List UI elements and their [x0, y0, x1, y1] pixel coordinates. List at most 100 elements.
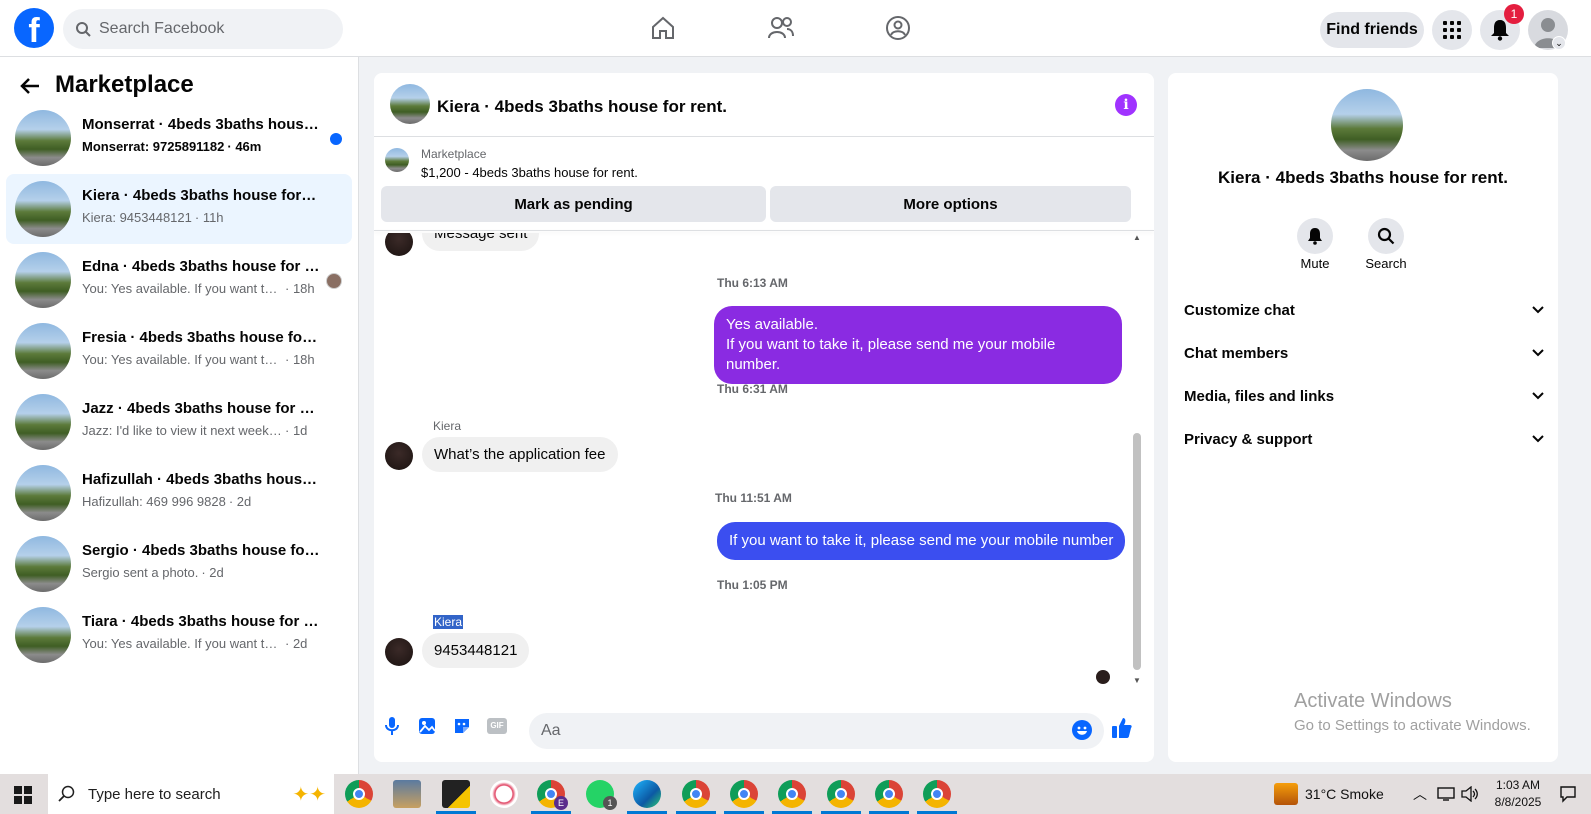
- details-section-row[interactable]: Chat members: [1184, 338, 1544, 368]
- chrome-icon[interactable]: [778, 780, 806, 808]
- seen-indicator-avatar: [1096, 670, 1110, 684]
- taskbar-search-box[interactable]: Type here to search ✦✦: [48, 774, 334, 814]
- chrome-center: [353, 788, 365, 800]
- search-in-chat-icon[interactable]: [1368, 218, 1404, 254]
- scroll-down-arrow-icon[interactable]: ▼: [1133, 676, 1141, 685]
- chrome-icon[interactable]: [345, 780, 373, 808]
- chat-header: Kiera · 4beds 3baths house for rent. i: [374, 73, 1154, 137]
- account-chevron-icon[interactable]: ⌄: [1552, 36, 1566, 50]
- preview-time: · 2d: [228, 494, 252, 509]
- listing-thumbnail[interactable]: [385, 148, 409, 172]
- mute-bell-icon[interactable]: [1297, 218, 1333, 254]
- preview-time: · 11h: [194, 210, 224, 225]
- listing-thumbnail: [15, 323, 71, 379]
- listing-thumbnail: [15, 536, 71, 592]
- chrome-center: [738, 788, 750, 800]
- conversation-item[interactable]: Kiera · 4beds 3baths house for rent. Kier…: [6, 174, 352, 244]
- sender-name-selected: Kiera: [433, 615, 464, 629]
- windows-start-icon[interactable]: [14, 786, 32, 804]
- chrome-profile-icon[interactable]: E: [537, 780, 568, 810]
- listing-price-title[interactable]: $1,200 - 4beds 3baths house for rent.: [421, 165, 638, 180]
- chrome-icon[interactable]: [827, 780, 855, 808]
- conversation-item[interactable]: Hafizullah · 4beds 3baths house for rent…: [6, 458, 352, 528]
- message-bubble-outgoing[interactable]: If you want to take it, please send me y…: [717, 522, 1126, 560]
- notification-badge: 1: [1504, 4, 1524, 24]
- preview-time: · 18h: [285, 281, 315, 296]
- gif-icon[interactable]: GIF: [487, 718, 507, 734]
- edge-icon[interactable]: [633, 780, 661, 808]
- message-bubble-outgoing[interactable]: Yes available. If you want to take it, p…: [714, 306, 1122, 384]
- conversation-item[interactable]: Edna · 4beds 3baths house for rent. You: …: [6, 245, 352, 315]
- photo-icon[interactable]: [417, 716, 437, 736]
- weather-text[interactable]: 31°C Smoke: [1305, 786, 1384, 802]
- volume-icon[interactable]: [1461, 786, 1479, 802]
- clock-time[interactable]: 1:03 AM: [1493, 778, 1543, 792]
- timestamp: Thu 6:31 AM: [717, 382, 788, 396]
- chrome-icon[interactable]: [682, 780, 710, 808]
- sticker-icon[interactable]: [452, 716, 472, 736]
- preview-text: You: Yes available. If you want to take …: [82, 281, 282, 296]
- message-input[interactable]: Aa: [529, 713, 1104, 749]
- search-label: Search: [1365, 256, 1407, 271]
- search-placeholder: Search Facebook: [99, 20, 225, 37]
- conversation-preview: Kiera: 9453448121 · 11h: [82, 210, 327, 225]
- groups-icon[interactable]: [878, 12, 918, 44]
- back-arrow-icon[interactable]: [20, 77, 40, 95]
- whatsapp-icon[interactable]: 1: [586, 780, 617, 810]
- snipping-tool-icon[interactable]: [490, 780, 518, 808]
- details-listing-photo[interactable]: [1331, 89, 1403, 161]
- details-title: Kiera · 4beds 3baths house for rent.: [1217, 168, 1508, 187]
- sticky-notes-icon[interactable]: [442, 780, 470, 808]
- home-icon[interactable]: [643, 12, 683, 44]
- thumbs-up-icon[interactable]: [1111, 717, 1133, 739]
- more-options-button[interactable]: More options: [770, 186, 1131, 222]
- facebook-logo[interactable]: f: [14, 8, 54, 48]
- tray-chevron-up-icon[interactable]: ︿: [1413, 784, 1427, 804]
- marketplace-conversations-panel: Marketplace Monserrat · 4beds 3baths hou…: [0, 57, 359, 774]
- unread-dot: [330, 133, 342, 145]
- menu-grid-icon[interactable]: [1432, 10, 1472, 50]
- conversation-title: Hafizullah · 4beds 3baths house for rent…: [82, 471, 320, 488]
- message-bubble-incoming[interactable]: Message sent: [422, 233, 540, 251]
- chrome-center: [786, 788, 798, 800]
- chat-listing-thumbnail[interactable]: [390, 84, 430, 124]
- details-section-row[interactable]: Customize chat: [1184, 295, 1544, 325]
- message-bubble-incoming[interactable]: 9453448121: [422, 633, 530, 668]
- scroll-up-arrow-icon[interactable]: ▲: [1133, 233, 1141, 242]
- conversation-item[interactable]: Monserrat · 4beds 3baths house for rent.…: [6, 103, 352, 173]
- chat-title[interactable]: Kiera · 4beds 3baths house for rent.: [437, 97, 727, 117]
- conversation-title: Jazz · 4beds 3baths house for rent.: [82, 400, 320, 417]
- conversation-title: Kiera · 4beds 3baths house for rent.: [82, 187, 320, 204]
- conversation-preview: Jazz: I'd like to view it next week if p…: [82, 423, 327, 438]
- game-app-icon[interactable]: [393, 780, 421, 808]
- find-friends-button[interactable]: Find friends: [1320, 12, 1424, 48]
- scrollbar-thumb[interactable]: [1133, 433, 1141, 670]
- preview-text: Sergio sent a photo.: [82, 565, 199, 580]
- message-scrollbar[interactable]: ▲ ▼: [1132, 233, 1142, 688]
- chrome-icon[interactable]: [875, 780, 903, 808]
- mark-as-pending-button[interactable]: Mark as pending: [381, 186, 766, 222]
- microphone-icon[interactable]: [385, 716, 399, 736]
- weather-icon[interactable]: [1274, 783, 1298, 805]
- conversation-title: Edna · 4beds 3baths house for rent.: [82, 258, 320, 275]
- emoji-icon[interactable]: [1072, 720, 1092, 740]
- info-icon[interactable]: i: [1115, 94, 1137, 116]
- conversation-item[interactable]: Sergio · 4beds 3baths house for rent. Ser…: [6, 529, 352, 599]
- chevron-down-icon: [1532, 306, 1544, 314]
- conversation-preview: You: Yes available. If you want to take …: [82, 636, 327, 651]
- chrome-icon[interactable]: [923, 780, 951, 808]
- clock-date[interactable]: 8/8/2025: [1490, 795, 1546, 809]
- chrome-icon[interactable]: [730, 780, 758, 808]
- conversation-item[interactable]: Fresia · 4beds 3baths house for rent. You…: [6, 316, 352, 386]
- search-icon: [76, 22, 91, 37]
- details-section-row[interactable]: Media, files and links: [1184, 381, 1544, 411]
- search-facebook-input[interactable]: Search Facebook: [63, 9, 343, 49]
- notification-center-icon[interactable]: [1559, 785, 1577, 803]
- message-bubble-incoming[interactable]: What’s the application fee: [422, 437, 618, 472]
- chat-details-panel: Kiera · 4beds 3baths house for rent. Mut…: [1168, 73, 1558, 762]
- conversation-item[interactable]: Jazz · 4beds 3baths house for rent. Jazz:…: [6, 387, 352, 457]
- friends-icon[interactable]: [761, 12, 801, 44]
- conversation-item[interactable]: Tiara · 4beds 3baths house for rent. You:…: [6, 600, 352, 670]
- network-icon[interactable]: [1437, 786, 1455, 802]
- details-section-row[interactable]: Privacy & support: [1184, 424, 1544, 454]
